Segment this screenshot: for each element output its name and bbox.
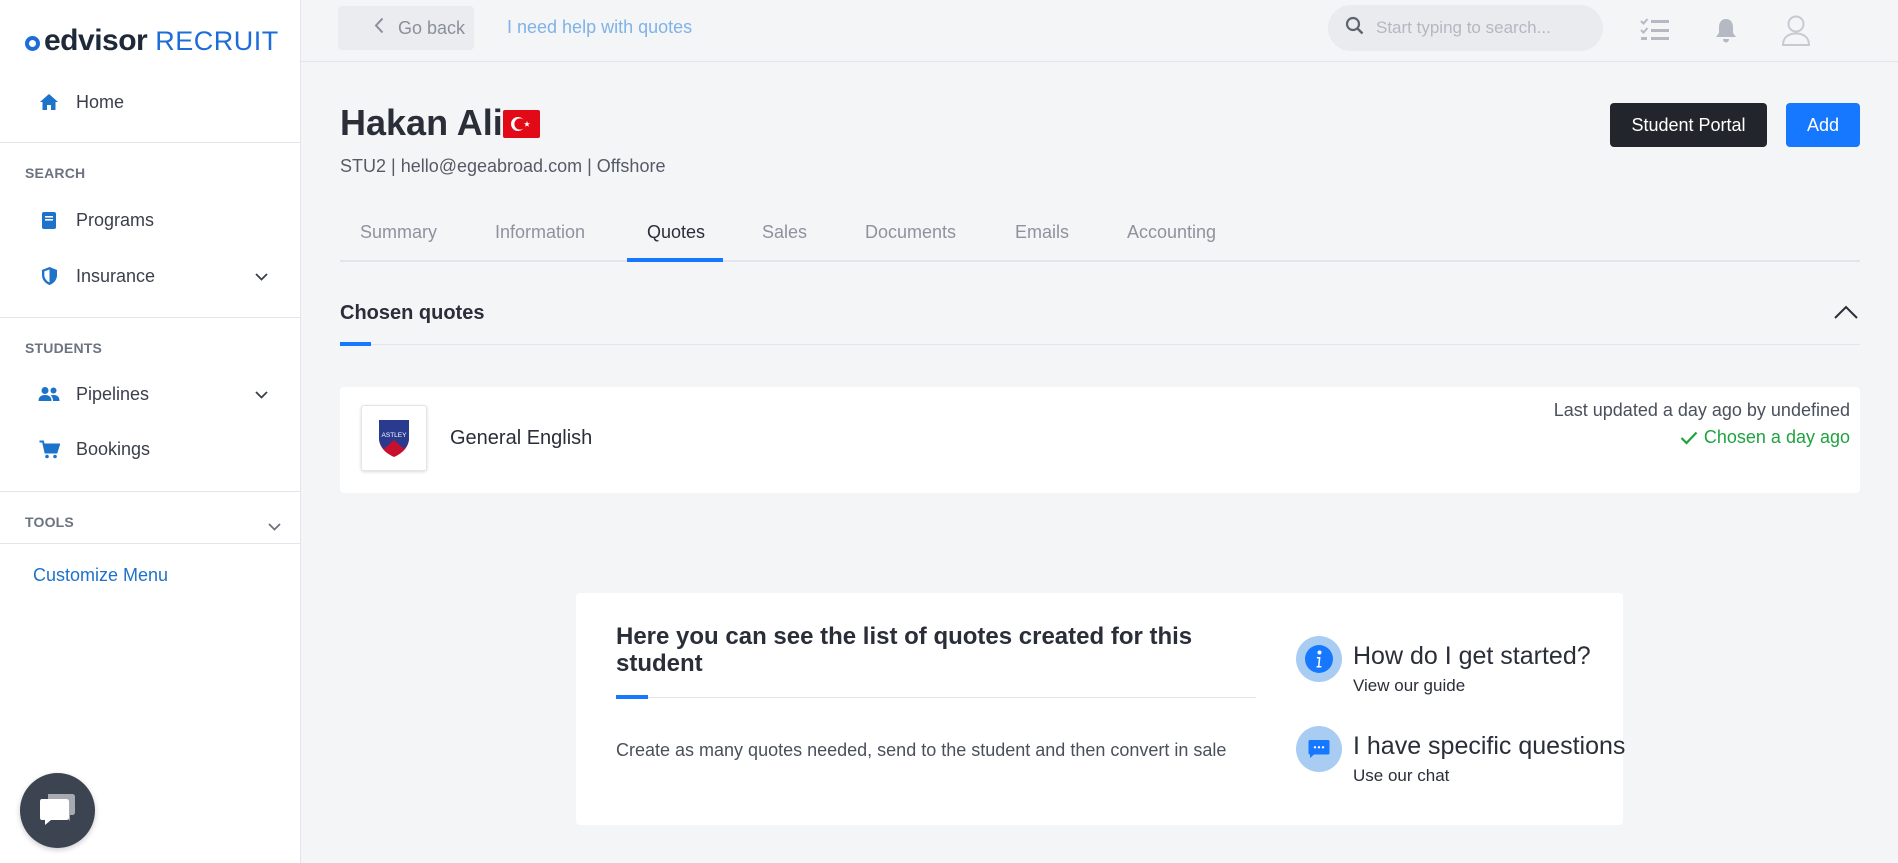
get-started-subtitle: View our guide	[1353, 676, 1466, 695]
sidebar-divider	[0, 317, 300, 318]
top-bar: Go back I need help with quotes	[301, 0, 1898, 62]
turkey-flag-icon	[503, 110, 540, 138]
bell-icon[interactable]	[1710, 14, 1742, 46]
book-icon	[38, 209, 60, 231]
sidebar-item-programs[interactable]: Programs	[0, 200, 300, 240]
sidebar-divider	[0, 491, 300, 492]
sidebar-divider	[0, 142, 300, 143]
search-input[interactable]	[1376, 18, 1576, 38]
chat-launcher-button[interactable]	[20, 773, 95, 848]
get-started-title: How do I get started?	[1353, 642, 1591, 670]
shield-icon	[38, 265, 60, 287]
search-icon	[1345, 16, 1364, 40]
tab-sales[interactable]: Sales	[762, 222, 807, 243]
sidebar-section-search: SEARCH	[25, 165, 86, 181]
tab-quotes[interactable]: Quotes	[647, 222, 705, 243]
info-description: Create as many quotes needed, send to th…	[616, 740, 1227, 760]
global-search[interactable]	[1328, 5, 1603, 51]
checkmark-icon	[1680, 431, 1698, 445]
sidebar-item-label: Bookings	[76, 438, 151, 459]
quote-program-name: General English	[450, 427, 593, 449]
tasks-icon[interactable]	[1639, 14, 1671, 46]
chosen-quotes-title: Chosen quotes	[340, 302, 485, 324]
active-tab-indicator	[627, 258, 723, 262]
student-tabs: Summary Information Quotes Sales Documen…	[340, 212, 1860, 262]
info-title: Here you can see the list of quotes crea…	[616, 623, 1193, 677]
chevron-up-icon[interactable]	[1832, 300, 1860, 324]
users-icon	[38, 383, 60, 405]
chevron-left-icon	[374, 17, 384, 39]
sidebar-item-label: Pipelines	[76, 383, 150, 404]
chevron-down-icon[interactable]	[255, 268, 268, 286]
sidebar-item-label: Home	[76, 91, 125, 112]
chat-bubble-icon	[39, 790, 77, 831]
sidebar-item-insurance[interactable]: Insurance	[0, 256, 300, 296]
school-logo-text: ASTLEY	[382, 432, 408, 439]
go-back-button[interactable]: Go back	[338, 6, 474, 50]
quote-card[interactable]: ASTLEY General English Last updated a da…	[340, 387, 1860, 493]
info-circle-icon	[1296, 636, 1342, 682]
help-quotes-link[interactable]: I need help with quotes	[507, 17, 692, 38]
school-logo: ASTLEY	[361, 405, 427, 471]
home-icon	[38, 91, 60, 113]
sidebar-divider	[0, 543, 300, 544]
quotes-info-panel: Here you can see the list of quotes crea…	[576, 593, 1626, 825]
sidebar-item-bookings[interactable]: Bookings	[0, 429, 300, 469]
add-button[interactable]: Add	[1786, 103, 1860, 147]
tab-information[interactable]: Information	[495, 222, 585, 243]
logo-sub-text: RECRUIT	[155, 25, 279, 56]
info-accent-bar	[616, 695, 648, 699]
section-divider	[340, 344, 1860, 345]
customize-menu-link[interactable]: Customize Menu	[33, 565, 168, 586]
sidebar-section-tools[interactable]: TOOLS	[25, 514, 74, 530]
sidebar-item-label: Programs	[76, 209, 155, 230]
sidebar-item-home[interactable]: Home	[0, 82, 300, 122]
sidebar-section-students: STUDENTS	[25, 340, 103, 356]
chat-message-icon	[1296, 726, 1342, 772]
chevron-down-icon[interactable]	[268, 518, 281, 536]
logo-mark	[25, 35, 40, 51]
user-avatar-icon[interactable]	[1780, 14, 1812, 46]
quote-chosen-status: Chosen a day ago	[1680, 427, 1850, 448]
chevron-down-icon[interactable]	[255, 386, 268, 404]
student-portal-button[interactable]: Student Portal	[1610, 103, 1767, 147]
logo-main-text: edvisor	[44, 24, 148, 57]
edvisor-logo[interactable]: edvisor RECRUIT	[25, 24, 279, 58]
go-back-label: Go back	[398, 17, 466, 38]
sidebar-item-label: Insurance	[76, 265, 156, 286]
specific-questions-subtitle: Use our chat	[1353, 766, 1450, 785]
tab-accounting[interactable]: Accounting	[1127, 222, 1216, 243]
sidebar-item-pipelines[interactable]: Pipelines	[0, 374, 300, 414]
tab-documents[interactable]: Documents	[865, 222, 956, 243]
section-accent-bar	[340, 342, 371, 346]
specific-questions-title: I have specific questions	[1353, 732, 1626, 760]
tab-summary[interactable]: Summary	[360, 222, 437, 243]
student-name: Hakan Ali	[340, 102, 503, 143]
student-meta: STU2 | hello@egeabroad.com | Offshore	[340, 156, 666, 176]
quote-chosen-label: Chosen a day ago	[1703, 427, 1850, 447]
tab-emails[interactable]: Emails	[1015, 222, 1069, 243]
cart-icon	[38, 438, 60, 460]
info-divider	[616, 697, 1256, 698]
sidebar: edvisor RECRUIT Home SEARCH Programs Ins…	[0, 0, 301, 863]
quote-last-updated: Last updated a day ago by undefined	[1553, 400, 1850, 420]
